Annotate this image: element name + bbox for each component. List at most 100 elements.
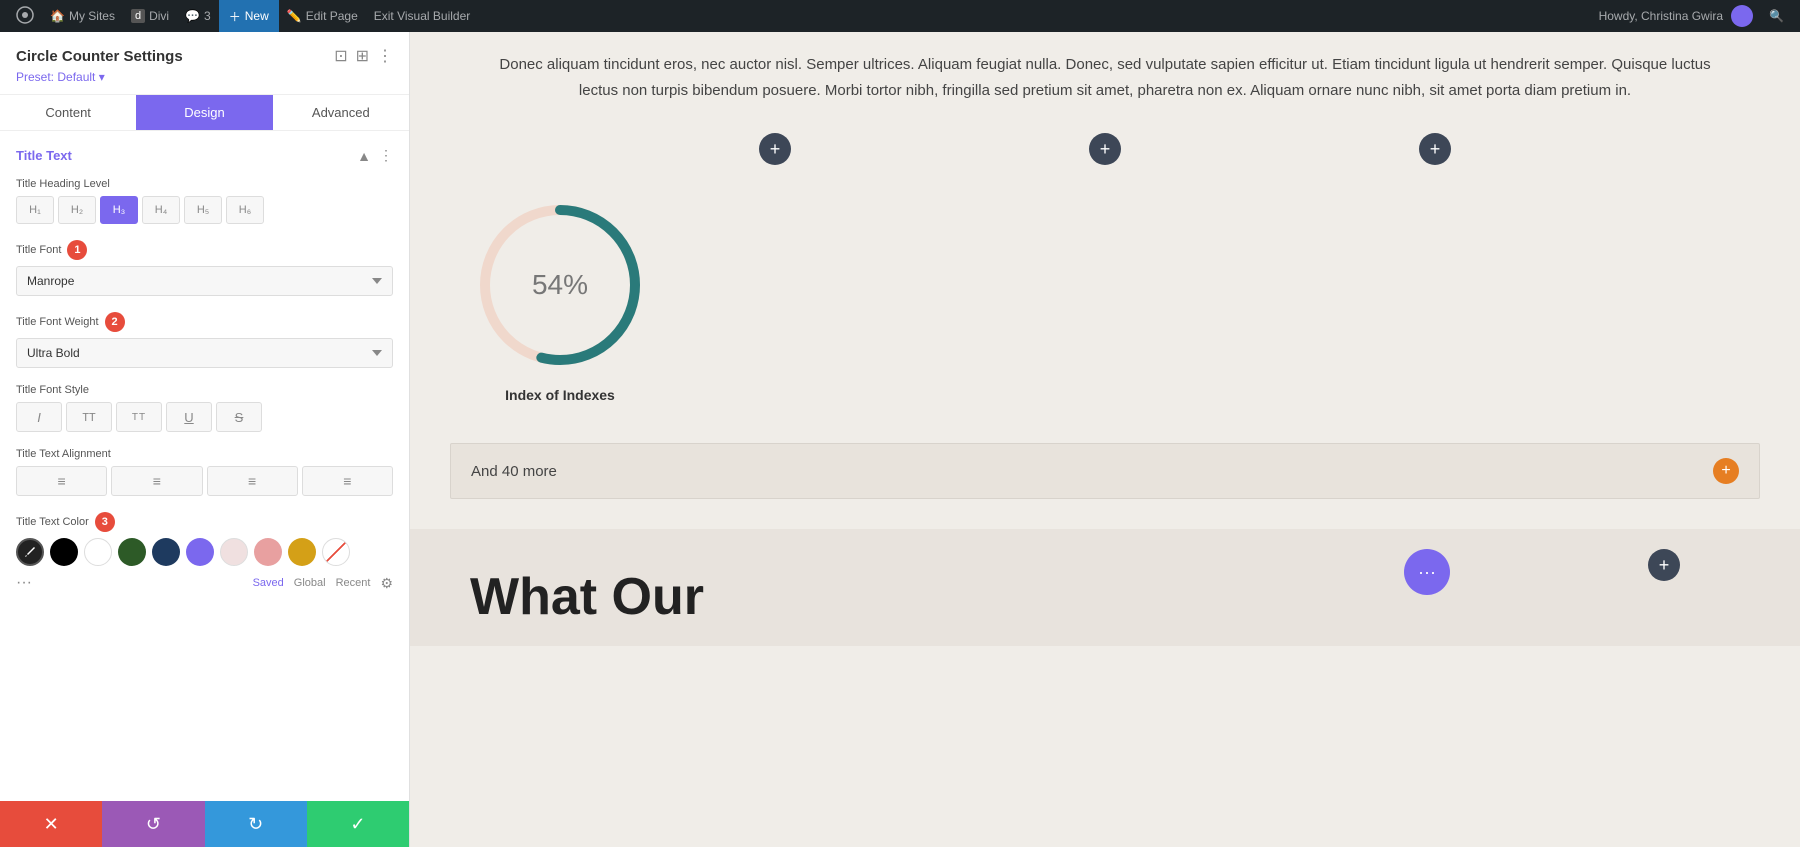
align-left-btn[interactable]: ≡: [16, 466, 107, 496]
font-style-row: Title Font Style I TT Tt U S: [16, 384, 393, 432]
font-style-label: Title Font Style: [16, 384, 393, 396]
add-column-btn-3[interactable]: +: [1419, 133, 1451, 165]
tab-design[interactable]: Design: [136, 95, 272, 130]
title-text-section-header: Title Text ▲ ⋮: [16, 147, 393, 164]
saved-label[interactable]: Saved: [253, 577, 284, 589]
undo-button[interactable]: ↺: [102, 801, 204, 847]
circle-svg-wrapper: 54%: [470, 195, 650, 375]
pink-swatch[interactable]: [254, 538, 282, 566]
heading-btn-h1[interactable]: H₁: [16, 196, 54, 224]
panel-layout-icon[interactable]: ⊞: [356, 46, 369, 66]
italic-btn[interactable]: I: [16, 402, 62, 432]
search-button[interactable]: 🔍: [1761, 9, 1792, 23]
red-stroke-swatch[interactable]: [322, 538, 350, 566]
color-swatches: [16, 538, 393, 566]
tab-advanced[interactable]: Advanced: [273, 95, 409, 130]
light-pink-swatch[interactable]: [220, 538, 248, 566]
font-style-buttons: I TT Tt U S: [16, 402, 393, 432]
panel-preset[interactable]: Preset: Default ▾: [16, 70, 393, 84]
section-more-icon[interactable]: ⋮: [379, 147, 393, 164]
text-color-label: Title Text Color 3: [16, 512, 393, 532]
recent-label[interactable]: Recent: [336, 577, 371, 589]
white-swatch[interactable]: [84, 538, 112, 566]
add-column-btn-1[interactable]: +: [759, 133, 791, 165]
section-header-icons: ▲ ⋮: [357, 147, 393, 164]
panel-content: Title Text ▲ ⋮ Title Heading Level H₁ H₂…: [0, 131, 409, 801]
heading-buttons: H₁ H₂ H₃ H₄ H₅ H₆: [16, 196, 393, 224]
section-collapse-icon[interactable]: ▲: [357, 148, 371, 164]
counter-label: Index of Indexes: [505, 387, 615, 403]
and-more-banner: And 40 more +: [450, 443, 1760, 499]
gold-swatch[interactable]: [288, 538, 316, 566]
counter-value: 54%: [532, 269, 588, 301]
wp-logo[interactable]: [8, 0, 42, 32]
navy-swatch[interactable]: [152, 538, 180, 566]
color-settings-icon[interactable]: ⚙: [380, 575, 393, 592]
font-weight-select[interactable]: Ultra Bold: [16, 338, 393, 368]
divi-icon: d: [131, 9, 145, 23]
purple-dots-button[interactable]: ···: [1404, 549, 1450, 595]
comment-icon: 💬: [185, 9, 200, 23]
new-button[interactable]: ＋ New: [219, 0, 279, 32]
font-label: Title Font 1: [16, 240, 393, 260]
admin-bar: 🏠 My Sites d Divi 💬 3 ＋ New ✏️ Edit Page…: [0, 0, 1800, 32]
home-icon: 🏠: [50, 9, 65, 23]
comments-menu[interactable]: 💬 3: [177, 0, 219, 32]
panel-footer: ✕ ↺ ↻ ✓: [0, 801, 409, 847]
heading-btn-h5[interactable]: H₅: [184, 196, 222, 224]
search-icon: 🔍: [1769, 9, 1784, 23]
panel-menu-icon[interactable]: ⋮: [377, 46, 393, 66]
heading-btn-h2[interactable]: H₂: [58, 196, 96, 224]
title-text-section-title: Title Text: [16, 148, 72, 163]
align-right-btn[interactable]: ≡: [207, 466, 298, 496]
divi-menu[interactable]: d Divi: [123, 0, 177, 32]
settings-panel: Circle Counter Settings ⊡ ⊞ ⋮ Preset: De…: [0, 32, 410, 847]
align-justify-btn[interactable]: ≡: [302, 466, 393, 496]
underline-btn[interactable]: U: [166, 402, 212, 432]
what-our-title: What Our: [470, 569, 1740, 626]
cancel-icon: ✕: [44, 814, 59, 835]
strikethrough-btn[interactable]: S: [216, 402, 262, 432]
step2-badge: 2: [105, 312, 125, 332]
edit-page-button[interactable]: ✏️ Edit Page: [279, 0, 366, 32]
cancel-button[interactable]: ✕: [0, 801, 102, 847]
heading-level-row: Title Heading Level H₁ H₂ H₃ H₄ H₅ H₆: [16, 178, 393, 224]
monospace-btn[interactable]: TT: [66, 402, 112, 432]
font-weight-label: Title Font Weight 2: [16, 312, 393, 332]
text-color-row: Title Text Color 3: [16, 512, 393, 592]
add-column-btn-2[interactable]: +: [1089, 133, 1121, 165]
panel-header: Circle Counter Settings ⊡ ⊞ ⋮ Preset: De…: [0, 32, 409, 95]
panel-resize-icon[interactable]: ⊡: [334, 46, 347, 66]
redo-button[interactable]: ↻: [205, 801, 307, 847]
heading-btn-h6[interactable]: H₆: [226, 196, 264, 224]
more-colors-dots[interactable]: ···: [16, 574, 32, 592]
dark-green-swatch[interactable]: [118, 538, 146, 566]
black-swatch[interactable]: [50, 538, 78, 566]
heading-btn-h4[interactable]: H₄: [142, 196, 180, 224]
tab-content[interactable]: Content: [0, 95, 136, 130]
heading-btn-h3[interactable]: H₃: [100, 196, 138, 224]
panel-title-icons: ⊡ ⊞ ⋮: [334, 46, 393, 66]
confirm-button[interactable]: ✓: [307, 801, 409, 847]
my-sites-menu[interactable]: 🏠 My Sites: [42, 0, 123, 32]
panel-tabs: Content Design Advanced: [0, 95, 409, 131]
align-center-btn[interactable]: ≡: [111, 466, 202, 496]
wp-icon: [16, 6, 34, 27]
exit-builder-button[interactable]: Exit Visual Builder: [366, 0, 479, 32]
counter-section: 54% Index of Indexes: [410, 175, 1800, 423]
text-alignment-row: Title Text Alignment ≡ ≡ ≡ ≡: [16, 448, 393, 496]
purple-swatch[interactable]: [186, 538, 214, 566]
main-layout: Circle Counter Settings ⊡ ⊞ ⋮ Preset: De…: [0, 32, 1800, 847]
confirm-icon: ✓: [350, 814, 365, 835]
eyedropper-swatch[interactable]: [16, 538, 44, 566]
global-label[interactable]: Global: [294, 577, 326, 589]
heading-level-label: Title Heading Level: [16, 178, 393, 190]
user-info: Howdy, Christina Gwira 🔍: [1591, 5, 1792, 27]
add-row-btn[interactable]: +: [1648, 549, 1680, 581]
caps-btn[interactable]: Tt: [116, 402, 162, 432]
font-weight-row: Title Font Weight 2 Ultra Bold: [16, 312, 393, 368]
and-more-plus-btn[interactable]: +: [1713, 458, 1739, 484]
font-select[interactable]: Manrope: [16, 266, 393, 296]
and-more-text: And 40 more: [471, 463, 557, 480]
howdy-label[interactable]: Howdy, Christina Gwira: [1591, 5, 1761, 27]
